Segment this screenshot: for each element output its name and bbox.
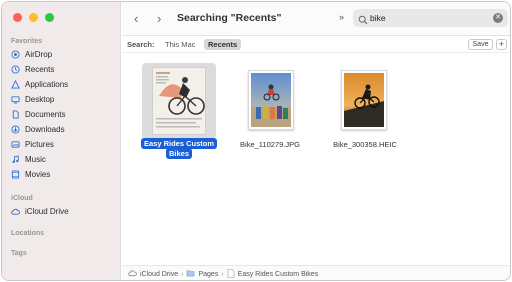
sidebar-item-label: Recents	[25, 65, 55, 74]
path-segment-pages[interactable]: Pages	[198, 271, 218, 278]
sidebar-item-pictures[interactable]: Pictures	[11, 138, 54, 151]
sidebar-item-label: AirDrop	[25, 50, 53, 59]
photo-thumbnail	[341, 70, 387, 130]
sidebar-item-desktop[interactable]: Desktop	[11, 93, 54, 106]
clear-search-icon[interactable]: ✕	[493, 13, 503, 23]
sidebar-item-downloads[interactable]: Downloads	[11, 123, 65, 136]
path-segment-icloud-drive[interactable]: iCloud Drive	[140, 271, 178, 278]
close-button[interactable]	[13, 13, 22, 22]
file-name-line2: Bikes	[165, 148, 192, 159]
file-name-selected: Easy Rides Custom Bikes	[139, 138, 219, 159]
add-criteria-button[interactable]: +	[496, 39, 507, 50]
minimize-button[interactable]	[29, 13, 38, 22]
movies-icon	[11, 170, 20, 179]
window-controls	[13, 13, 54, 22]
sidebar-section-tags[interactable]: Tags	[11, 250, 27, 257]
chevron-right-icon: ›	[181, 270, 184, 278]
search-scope-bar: Search: This Mac Recents Save +	[122, 37, 510, 53]
sidebar-section-icloud: iCloud	[11, 195, 33, 202]
photo-thumbnail	[248, 70, 294, 130]
music-icon	[11, 155, 20, 164]
sidebar-item-applications[interactable]: Applications	[11, 78, 68, 91]
search-field[interactable]: ✕	[353, 9, 508, 27]
path-bar: iCloud Drive › Pages › Easy Rides Custom…	[122, 265, 510, 280]
icloud-icon	[128, 269, 137, 279]
zoom-button[interactable]	[45, 13, 54, 22]
recents-clock-icon	[11, 65, 20, 74]
sidebar-item-label: Downloads	[25, 125, 65, 134]
group-photo-image-icon	[251, 73, 291, 127]
search-icon	[358, 12, 368, 30]
file-name: Bike_110279.JPG	[240, 140, 300, 149]
finder-window: Favorites AirDrop Recents Applications D…	[1, 1, 511, 281]
folder-icon	[186, 269, 195, 279]
chevron-right-icon: ›	[221, 270, 224, 278]
path-segment-document[interactable]: Easy Rides Custom Bikes	[238, 271, 319, 278]
sidebar-item-label: Desktop	[25, 95, 55, 104]
airdrop-icon	[11, 50, 20, 59]
sidebar-item-icloud-drive[interactable]: iCloud Drive	[11, 205, 69, 218]
applications-icon	[11, 80, 20, 89]
icloud-icon	[11, 207, 20, 216]
scope-this-mac[interactable]: This Mac	[161, 39, 199, 50]
sidebar-item-label: Documents	[25, 110, 66, 119]
forward-button[interactable]: ›	[157, 11, 161, 26]
sidebar-item-music[interactable]: Music	[11, 153, 46, 166]
desktop-icon	[11, 95, 20, 104]
search-input[interactable]	[370, 11, 485, 25]
bike-rider-image-icon	[153, 68, 205, 134]
scope-label: Search:	[127, 40, 155, 49]
save-search-button[interactable]: Save	[468, 39, 493, 50]
sidebar-item-airdrop[interactable]: AirDrop	[11, 48, 52, 61]
sidebar-item-label: iCloud Drive	[25, 207, 69, 216]
main-content: ‹ › Searching "Recents" » ✕ Search: This…	[122, 2, 510, 280]
toolbar-overflow-button[interactable]: »	[339, 12, 344, 22]
sidebar-item-label: Applications	[25, 80, 69, 89]
sunset-rider-image-icon	[344, 73, 384, 127]
downloads-icon	[11, 125, 20, 134]
scope-recents[interactable]: Recents	[204, 39, 242, 50]
document-icon	[227, 268, 235, 280]
sidebar-item-documents[interactable]: Documents	[11, 108, 65, 121]
sidebar-item-recents[interactable]: Recents	[11, 63, 54, 76]
sidebar: Favorites AirDrop Recents Applications D…	[2, 2, 121, 280]
sidebar-item-movies[interactable]: Movies	[11, 168, 50, 181]
sidebar-section-locations[interactable]: Locations	[11, 230, 44, 237]
sidebar-item-label: Movies	[25, 170, 51, 179]
toolbar: ‹ › Searching "Recents" » ✕	[122, 2, 510, 36]
file-name: Bike_300358.HEIC	[333, 140, 397, 149]
sidebar-item-label: Pictures	[25, 140, 54, 149]
document-thumbnail	[152, 67, 206, 135]
sidebar-item-label: Music	[25, 155, 46, 164]
back-button[interactable]: ‹	[134, 11, 138, 26]
file-item-easy-rides[interactable]: Easy Rides Custom Bikes	[139, 63, 219, 161]
window-title: Searching "Recents"	[177, 12, 282, 24]
documents-icon	[11, 110, 20, 119]
sidebar-section-favorites: Favorites	[11, 38, 43, 45]
file-item-bike-heic[interactable]: Bike_300358.HEIC	[323, 70, 407, 152]
pictures-icon	[11, 140, 20, 149]
file-item-bike-jpg[interactable]: Bike_110279.JPG	[230, 70, 310, 152]
